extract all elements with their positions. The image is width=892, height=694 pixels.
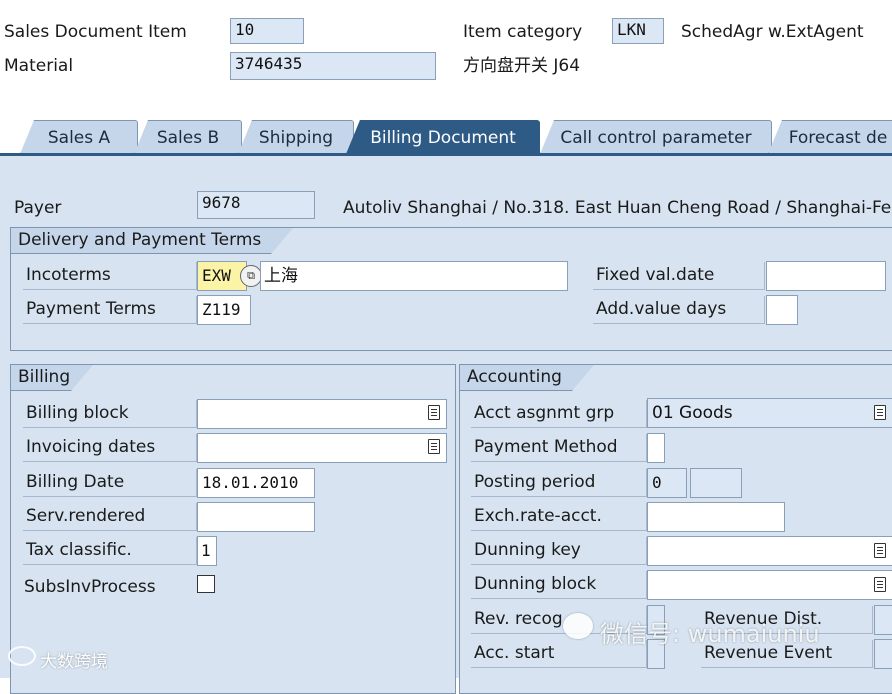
- billing-block-label: Billing block: [23, 400, 197, 428]
- exch-rate-acct-label: Exch.rate-acct.: [471, 503, 647, 531]
- tab-forecast[interactable]: Forecast de: [768, 120, 892, 154]
- material-field[interactable]: 3746435: [230, 52, 436, 80]
- dunning-key-dropdown-icon[interactable]: [874, 543, 886, 558]
- billing-document-panel: Payer 9678 Autoliv Shanghai / No.318. Ea…: [0, 153, 892, 694]
- tab-call-control-parameter[interactable]: Call control parameter: [540, 120, 772, 154]
- serv-rendered-label: Serv.rendered: [23, 503, 197, 531]
- weibo-logo-icon: [8, 646, 36, 666]
- wechat-logo-icon: [563, 613, 593, 639]
- add-value-days-label: Add.value days: [593, 296, 765, 324]
- sales-doc-item-field[interactable]: 10: [230, 18, 304, 44]
- payment-method-label: Payment Method: [471, 434, 647, 462]
- invoicing-dates-label: Invoicing dates: [23, 434, 197, 462]
- dunning-block-dropdown-icon[interactable]: [874, 577, 886, 592]
- watermark-right-text: 微信号: wumaiuniu: [600, 620, 820, 648]
- accounting-title: Accounting: [460, 365, 594, 391]
- item-category-description: SchedAgr w.ExtAgent: [681, 22, 864, 42]
- billing-date-field[interactable]: 18.01.2010: [197, 468, 315, 498]
- acct-asgnmt-grp-label: Acct asgnmt grp: [471, 400, 647, 428]
- billing-block-field[interactable]: [197, 399, 447, 429]
- payment-method-field[interactable]: [647, 433, 665, 463]
- dunning-block-label: Dunning block: [471, 571, 647, 599]
- material-description: 方向盘开关 J64: [463, 56, 581, 76]
- value-help-icon[interactable]: ⧉: [240, 265, 262, 287]
- add-value-days-field[interactable]: [766, 295, 798, 325]
- acct-asgnmt-grp-field[interactable]: 01 Goods: [647, 398, 892, 428]
- subs-inv-process-checkbox[interactable]: [197, 575, 215, 593]
- tax-classific-label: Tax classific.: [23, 537, 197, 565]
- incoterms-label: Incoterms: [23, 262, 197, 290]
- dunning-key-label: Dunning key: [471, 537, 647, 565]
- exch-rate-acct-field[interactable]: [647, 502, 785, 532]
- tax-classific-field[interactable]: 1: [197, 536, 217, 566]
- acct-asgnmt-grp-dropdown-icon[interactable]: [874, 405, 886, 420]
- sales-doc-item-label: Sales Document Item: [4, 22, 187, 42]
- tab-billing-document[interactable]: Billing Document: [346, 120, 540, 154]
- fixed-val-date-field[interactable]: [766, 261, 886, 291]
- delivery-payment-terms-title: Delivery and Payment Terms: [11, 228, 293, 254]
- posting-period-field[interactable]: 0: [647, 468, 687, 498]
- invoicing-dates-dropdown-icon[interactable]: [428, 439, 440, 454]
- serv-rendered-field[interactable]: [197, 502, 315, 532]
- revenue-event-field[interactable]: [874, 639, 892, 669]
- payment-terms-label: Payment Terms: [23, 296, 197, 324]
- payment-terms-field[interactable]: Z119: [197, 295, 251, 325]
- subs-inv-process-label: SubsInvProcess: [24, 577, 156, 597]
- dunning-block-field[interactable]: [647, 570, 892, 600]
- posting-period-label: Posting period: [471, 469, 647, 497]
- item-category-label: Item category: [463, 22, 583, 42]
- payer-address: Autoliv Shanghai / No.318. East Huan Che…: [343, 198, 892, 218]
- fixed-val-date-label: Fixed val.date: [593, 262, 765, 290]
- dunning-key-field[interactable]: [647, 536, 892, 566]
- tab-sales-b[interactable]: Sales B: [134, 120, 242, 154]
- material-label: Material: [4, 56, 74, 76]
- tab-sales-a[interactable]: Sales A: [20, 120, 138, 154]
- payer-field[interactable]: 9678: [197, 191, 315, 219]
- payer-label: Payer: [14, 198, 62, 218]
- billing-block-dropdown-icon[interactable]: [428, 405, 440, 420]
- revenue-dist-field[interactable]: [874, 605, 892, 635]
- posting-period-year-field[interactable]: [690, 468, 742, 498]
- billing-title: Billing: [11, 365, 93, 391]
- delivery-payment-terms-group: Delivery and Payment Terms Incoterms EXW…: [10, 227, 892, 351]
- billing-group: Billing Billing block Invoicing dates Bi…: [10, 364, 456, 694]
- item-category-field[interactable]: LKN: [612, 18, 664, 44]
- incoterms-location-field[interactable]: 上海: [260, 261, 568, 291]
- tab-shipping[interactable]: Shipping: [238, 120, 354, 154]
- billing-date-label: Billing Date: [23, 469, 197, 497]
- tab-strip: Sales A Sales B Shipping Billing Documen…: [0, 120, 892, 154]
- invoicing-dates-field[interactable]: [197, 433, 447, 463]
- watermark-left-text: 大数跨境: [40, 652, 108, 672]
